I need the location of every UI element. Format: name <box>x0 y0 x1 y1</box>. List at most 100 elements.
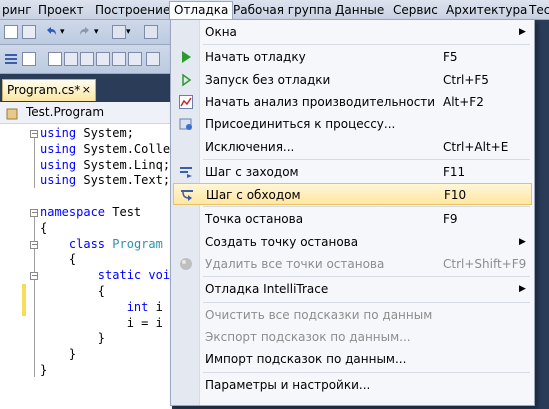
standard-toolbar: ▾ ▾ ▾ <box>0 20 172 45</box>
menu-item-shortcut: Alt+F2 <box>443 94 484 109</box>
menu-item-shortcut: Ctrl+F5 <box>443 72 489 87</box>
code-line: using System.Colle <box>40 142 170 158</box>
start-icon[interactable] <box>144 25 158 39</box>
menu-item[interactable]: Запуск без отладки Ctrl+F5 <box>173 69 532 91</box>
menu-item[interactable]: Окна ▶ <box>173 21 532 43</box>
bookmark-icon[interactable] <box>48 52 62 66</box>
menu-item[interactable]: Шаг с обходом F10 <box>173 183 532 206</box>
menu-item-shortcut: F5 <box>443 50 458 65</box>
menu-item-label: Шаг с обходом <box>206 188 301 203</box>
prev-bookmark-icon[interactable] <box>64 52 78 66</box>
menu-item[interactable]: Начать анализ производительности Alt+F2 <box>173 91 532 113</box>
menu-item-label: Отладка IntelliTrace <box>205 282 329 297</box>
close-icon[interactable]: × <box>82 80 91 100</box>
collapse-icon[interactable]: − <box>30 209 38 217</box>
code-token: } <box>40 347 77 362</box>
code-token: i <box>148 299 163 314</box>
code-token: using <box>40 157 77 172</box>
menu-item[interactable]: Точка останова F9 <box>173 208 532 230</box>
menu-item[interactable]: Начать отладку F5 <box>173 46 532 68</box>
code-token: System.Text; <box>76 173 171 188</box>
menu-item-shortcut: F10 <box>444 188 467 203</box>
menu-item[interactable]: Присоединиться к процессу... <box>173 113 532 135</box>
document-tab-strip: Program.cs* × <box>0 74 172 102</box>
menu-item-label: Запуск без отладки <box>205 72 331 87</box>
debug-menu: Окна ▶ Начать отладку F5 Запуск без отладки C… <box>170 19 535 406</box>
submenu-arrow-icon: ▶ <box>519 236 526 247</box>
code-line: using System.Linq; <box>40 158 170 174</box>
bookmark-window-icon[interactable] <box>146 52 160 66</box>
undo-icon[interactable] <box>44 25 58 39</box>
start-debug-icon <box>179 50 193 64</box>
menu-item-shortcut: Ctrl+Alt+E <box>443 139 509 154</box>
menu-item-shortcut: Ctrl+Shift+F9 <box>443 257 527 271</box>
menu-item-label: Создать точку останова <box>205 234 359 249</box>
menu-item-testing-partial[interactable]: ринг <box>0 2 36 18</box>
menu-item: Экспорт подсказок по данным... <box>173 326 532 348</box>
code-token: } <box>40 362 48 377</box>
code-token: using <box>40 126 77 140</box>
menu-item-team[interactable]: Рабочая группа <box>229 2 336 18</box>
prev-bookmark-folder-icon[interactable] <box>96 52 110 66</box>
code-token: static <box>97 268 142 283</box>
menu-item-label: Присоединиться к процессу... <box>205 117 396 132</box>
menu-item-build[interactable]: Построение <box>91 2 174 18</box>
menu-item-label: Исключения... <box>205 139 295 154</box>
code-line: } <box>40 347 170 363</box>
collapse-icon[interactable]: − <box>30 241 38 249</box>
menu-item-label: Удалить все точки останова <box>205 257 385 271</box>
navigate-icon[interactable] <box>112 25 126 39</box>
comment-lines-icon[interactable] <box>4 52 18 66</box>
menu-item[interactable]: Параметры и настройки... <box>173 374 532 396</box>
code-line: { <box>40 252 170 268</box>
collapse-icon[interactable]: − <box>30 130 38 138</box>
menu-item[interactable]: Шаг с заходом F11 <box>173 161 532 183</box>
menu-item[interactable]: Исключения... Ctrl+Alt+E <box>173 136 532 158</box>
navigate-dropdown-icon[interactable]: ▾ <box>126 25 140 39</box>
code-line: int i <box>40 300 170 316</box>
menu-item-test-partial[interactable]: Тес <box>525 2 549 18</box>
redo-dropdown-icon[interactable]: ▾ <box>94 25 108 39</box>
menu-item[interactable]: Создать точку останова ▶ <box>173 231 532 253</box>
code-text[interactable]: using System; using System.Colle using Sys… <box>40 126 170 379</box>
next-bookmark-folder-icon[interactable] <box>112 52 126 66</box>
redo-icon[interactable] <box>78 25 92 39</box>
collapse-icon[interactable]: − <box>30 272 38 280</box>
code-token: Program <box>112 236 163 251</box>
uncomment-lines-icon[interactable] <box>22 52 36 66</box>
menu-item[interactable]: Импорт подсказок по данным... <box>173 348 532 370</box>
undo-dropdown-icon[interactable]: ▾ <box>60 25 74 39</box>
type-selector[interactable]: Test.Program <box>26 105 104 119</box>
attach-process-icon <box>179 117 193 131</box>
menu-item-data[interactable]: Данные <box>331 2 388 18</box>
menu-item-project[interactable]: Проект <box>34 2 88 18</box>
code-line: namespace Test <box>40 205 170 221</box>
menu-item-label: Окна <box>205 25 237 39</box>
menu-item-label: Точка останова <box>205 212 304 227</box>
menu-item-label: Очистить все подсказки по данным <box>205 307 433 322</box>
menu-separator <box>203 371 530 373</box>
menu-item-debug[interactable]: Отладка <box>169 1 234 19</box>
code-line: } <box>40 363 170 379</box>
menu-item[interactable]: Отладка IntelliTrace ▶ <box>173 278 532 300</box>
tab-label: Program.cs* <box>7 83 81 97</box>
code-line: using System; <box>40 126 170 142</box>
class-icon <box>6 106 18 120</box>
submenu-arrow-icon: ▶ <box>519 27 526 37</box>
clear-bookmarks-icon[interactable] <box>128 52 142 66</box>
menu-item-architecture[interactable]: Архитектура <box>442 2 531 18</box>
new-project-icon[interactable] <box>4 25 18 39</box>
code-line: i = i <box>40 316 170 332</box>
navigation-bar[interactable]: Test.Program <box>0 102 172 124</box>
code-line: using System.Text; <box>40 173 170 189</box>
tab-program-cs[interactable]: Program.cs* × <box>2 79 96 101</box>
open-file-icon[interactable] <box>22 25 36 39</box>
code-editor[interactable]: − − − − using System; using System.Colle u… <box>0 124 172 409</box>
next-bookmark-icon[interactable] <box>80 52 94 66</box>
menu-item-tools[interactable]: Сервис <box>389 2 442 18</box>
code-line: { <box>40 221 170 237</box>
code-token: voi <box>148 268 171 283</box>
